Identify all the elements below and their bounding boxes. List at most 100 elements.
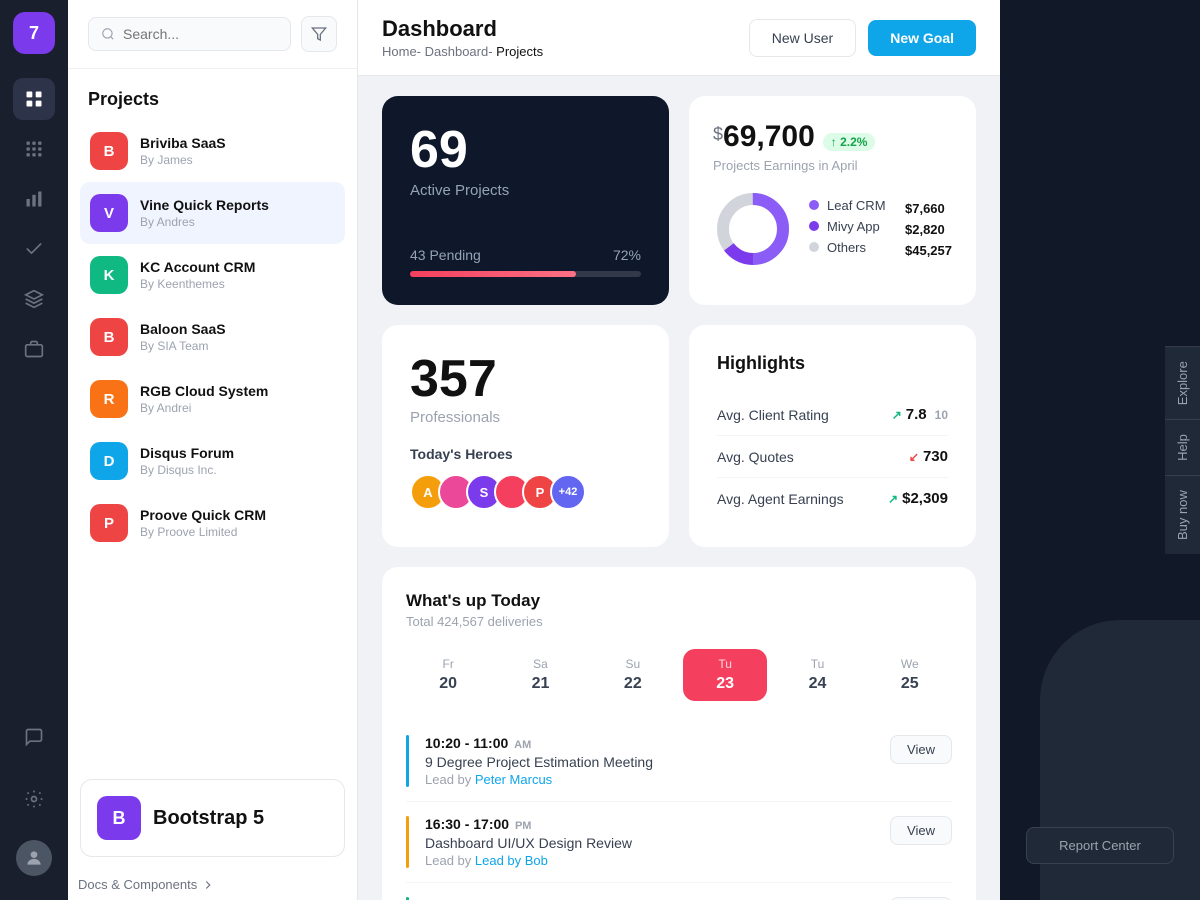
event-bar <box>406 735 409 787</box>
event-time: 10:20 - 11:00 AM <box>425 735 874 751</box>
sidebar-header <box>68 0 357 69</box>
sidebar-item-briviba[interactable]: B Briviba SaaS By James <box>80 120 345 182</box>
project-icon: K <box>90 256 128 294</box>
legend-name: Leaf CRM <box>827 198 889 213</box>
event-bar <box>406 816 409 868</box>
active-projects-number: 69 <box>410 124 641 176</box>
sidebar-item-proove[interactable]: P Proove Quick CRM By Proove Limited <box>80 492 345 554</box>
breadcrumb-path: Home- Dashboard- Projects <box>382 44 543 59</box>
highlight-name: Avg. Client Rating <box>717 407 829 423</box>
stats-grid: 69 Active Projects 43 Pending 72% $69,7 <box>382 96 976 305</box>
project-info: Proove Quick CRM By Proove Limited <box>140 507 335 539</box>
nav-dashboard[interactable] <box>13 78 55 120</box>
page-title: Dashboard <box>382 16 543 42</box>
project-author: By Keenthemes <box>140 277 335 291</box>
events-list: 10:20 - 11:00 AM 9 Degree Project Estima… <box>406 721 952 900</box>
legend-items: Leaf CRM Mivy App Others <box>809 198 889 261</box>
app-logo[interactable]: 7 <box>13 12 55 54</box>
progress-bar-bg <box>410 271 641 277</box>
project-name: Baloon SaaS <box>140 321 335 337</box>
event-lead-link[interactable]: Lead by Bob <box>475 853 548 868</box>
sidebar-item-disqus[interactable]: D Disqus Forum By Disqus Inc. <box>80 430 345 492</box>
highlight-value: ↙ 730 <box>909 448 948 465</box>
whatsup-header: What's up Today Total 424,567 deliveries <box>406 591 952 629</box>
whatsup-title: What's up Today <box>406 591 543 611</box>
calendar-day[interactable]: Tu24 <box>775 649 859 701</box>
whatsup-subtitle: Total 424,567 deliveries <box>406 614 543 629</box>
nav-message[interactable] <box>13 716 55 758</box>
project-author: By Andrei <box>140 401 335 415</box>
calendar-day[interactable]: Tu23 <box>683 649 767 701</box>
nav-chart[interactable] <box>13 178 55 220</box>
user-avatar[interactable] <box>16 840 52 876</box>
project-author: By SIA Team <box>140 339 335 353</box>
project-icon: B <box>90 132 128 170</box>
project-icon: P <box>90 504 128 542</box>
event-name: Dashboard UI/UX Design Review <box>425 835 874 851</box>
right-panel-tab[interactable]: Explore <box>1165 346 1200 419</box>
sidebar-item-baloon[interactable]: B Baloon SaaS By SIA Team <box>80 306 345 368</box>
report-center-button[interactable]: Report Center <box>1026 827 1174 864</box>
bootstrap-icon: B <box>97 796 141 840</box>
nav-briefcase[interactable] <box>13 328 55 370</box>
new-user-button[interactable]: New User <box>749 19 856 57</box>
heroes-section: Today's Heroes ASP+42 <box>410 446 641 510</box>
professionals-number: 357 <box>410 353 641 405</box>
project-name: KC Account CRM <box>140 259 335 275</box>
event-lead-link[interactable]: Peter Marcus <box>475 772 552 787</box>
heroes-label: Today's Heroes <box>410 446 641 462</box>
event-content: 10:20 - 11:00 AM 9 Degree Project Estima… <box>425 735 874 787</box>
highlights-title: Highlights <box>717 353 948 374</box>
top-header: Dashboard Home- Dashboard- Projects New … <box>358 0 1000 76</box>
new-goal-button[interactable]: New Goal <box>868 20 976 56</box>
highlight-row: Avg. Quotes ↙ 730 <box>717 436 948 478</box>
event-lead: Lead by Lead by Bob <box>425 853 874 868</box>
nav-check[interactable] <box>13 228 55 270</box>
calendar-day[interactable]: Sa21 <box>498 649 582 701</box>
event-view-button[interactable]: View <box>890 816 952 845</box>
active-projects-footer: 43 Pending 72% <box>410 247 641 277</box>
search-box[interactable] <box>88 17 291 51</box>
legend-dot <box>809 200 819 210</box>
nav-layers[interactable] <box>13 278 55 320</box>
search-input[interactable] <box>123 26 278 42</box>
calendar-day[interactable]: Fr20 <box>406 649 490 701</box>
chevron-right-icon <box>201 878 215 892</box>
project-author: By Andres <box>140 215 335 229</box>
sidebar-item-vine[interactable]: V Vine Quick Reports By Andres <box>80 182 345 244</box>
nav-grid[interactable] <box>13 128 55 170</box>
event-name: 9 Degree Project Estimation Meeting <box>425 754 874 770</box>
highlights-card: Highlights Avg. Client Rating ↗ 7.810 Av… <box>689 325 976 547</box>
legend-item: Others <box>809 240 889 255</box>
heroes-avatars: ASP+42 <box>410 474 641 510</box>
calendar-day[interactable]: Su22 <box>591 649 675 701</box>
event-item: 12:00 - 13:40 AM Marketing Campaign Disc… <box>406 883 952 900</box>
highlight-row: Avg. Agent Earnings ↗ $2,309 <box>717 478 948 519</box>
lower-grid: 357 Professionals Today's Heroes ASP+42 … <box>382 325 976 547</box>
sidebar-item-kc[interactable]: K KC Account CRM By Keenthemes <box>80 244 345 306</box>
project-author: By Disqus Inc. <box>140 463 335 477</box>
earnings-card: $69,700 ↑ 2.2% Projects Earnings in Apri… <box>689 96 976 305</box>
project-name: Vine Quick Reports <box>140 197 335 213</box>
legend-name: Others <box>827 240 889 255</box>
calendar-day[interactable]: We25 <box>868 649 952 701</box>
filter-button[interactable] <box>301 16 337 52</box>
legend-item: Leaf CRM <box>809 198 889 213</box>
main-content: Dashboard Home- Dashboard- Projects New … <box>358 0 1000 900</box>
project-author: By James <box>140 153 335 167</box>
project-name: Proove Quick CRM <box>140 507 335 523</box>
highlight-name: Avg. Agent Earnings <box>717 491 844 507</box>
legend-name: Mivy App <box>827 219 889 234</box>
header-actions: New User New Goal <box>749 19 976 57</box>
right-panel-tab[interactable]: Help <box>1165 419 1200 475</box>
project-icon: V <box>90 194 128 232</box>
earnings-label: Projects Earnings in April <box>713 158 952 173</box>
sidebar-item-rgb[interactable]: R RGB Cloud System By Andrei <box>80 368 345 430</box>
event-view-button[interactable]: View <box>890 735 952 764</box>
legend-dot <box>809 221 819 231</box>
earnings-amount: $69,700 <box>713 120 815 154</box>
nav-settings[interactable] <box>13 778 55 820</box>
professionals-label: Professionals <box>410 409 641 426</box>
right-panel-tab[interactable]: Buy now <box>1165 475 1200 554</box>
docs-link[interactable]: Docs & Components <box>68 869 357 900</box>
